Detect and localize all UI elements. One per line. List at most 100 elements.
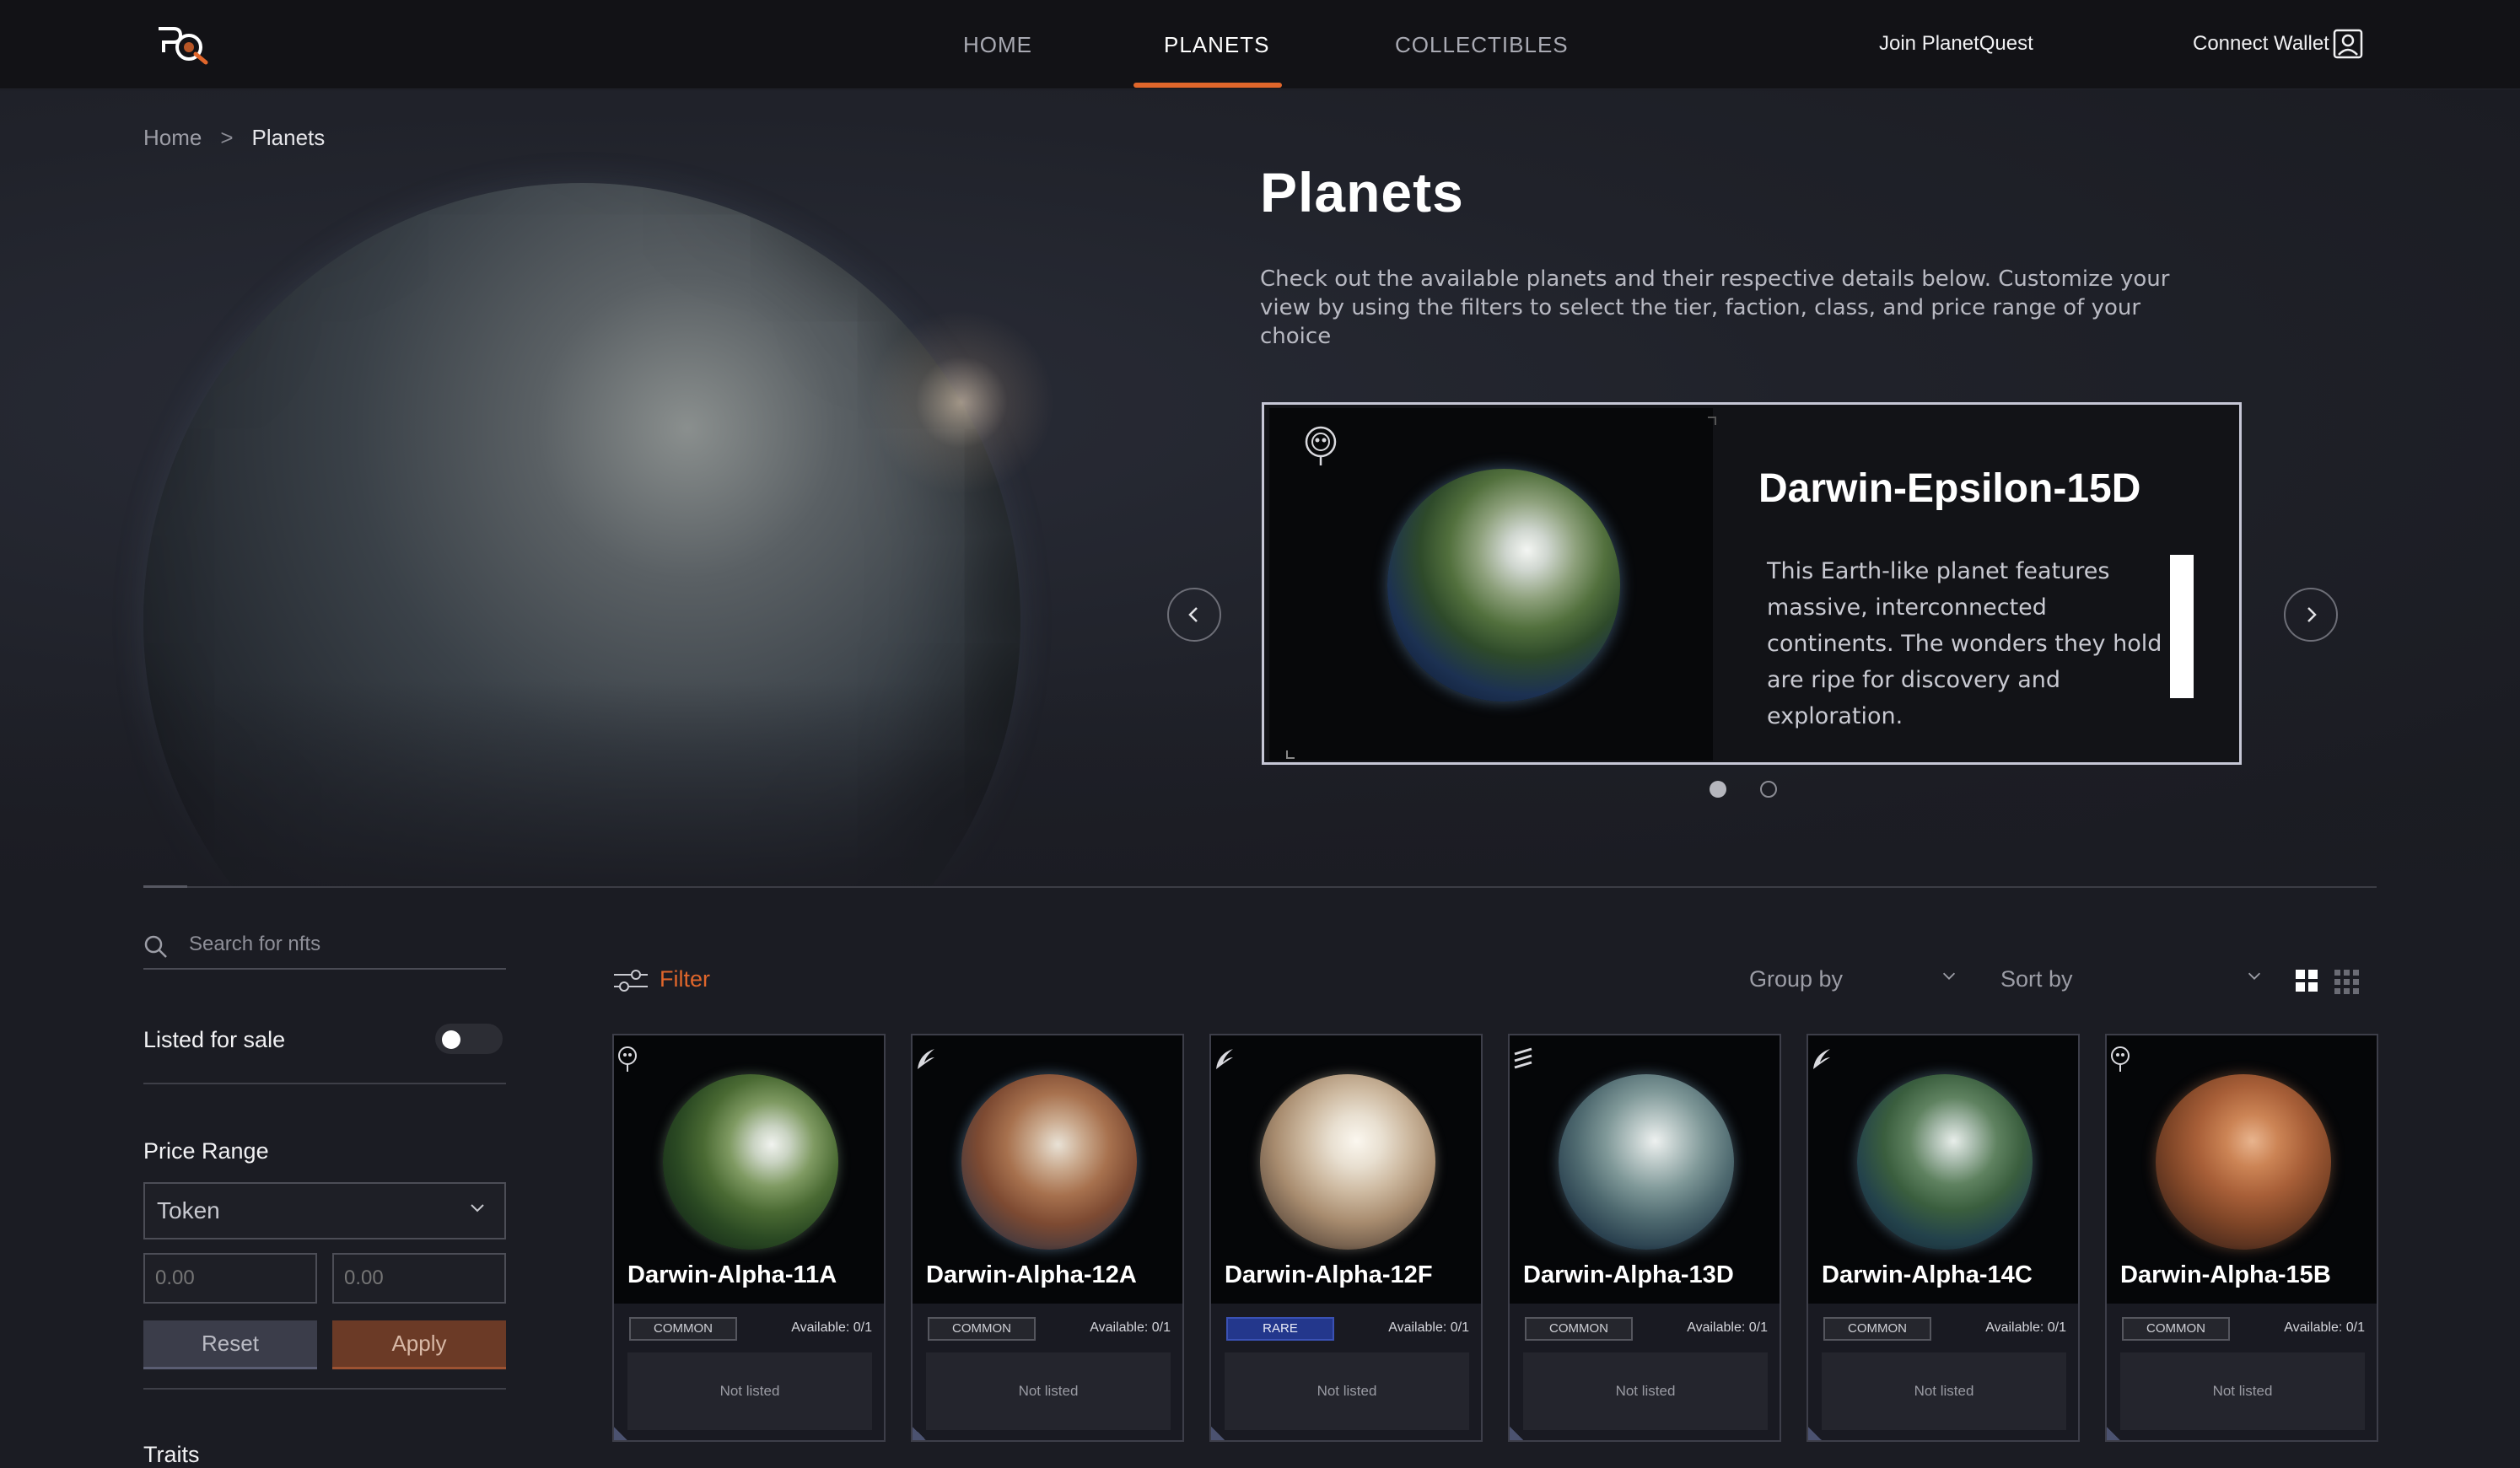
chevron-down-icon [1942, 972, 1956, 980]
chevron-down-icon [471, 1204, 484, 1213]
breadcrumb-current: Planets [251, 125, 326, 150]
search-icon [144, 935, 167, 958]
sidebar-divider [143, 1083, 506, 1084]
card-corner-accent [2107, 1427, 2120, 1440]
availability-text: Available: 0/1 [1687, 1320, 1768, 1335]
nav-home[interactable]: HOME [963, 32, 1032, 58]
wing-badge-icon [1216, 1049, 1233, 1069]
sort-by-select[interactable]: Sort by [2000, 966, 2073, 992]
featured-planet-image [1269, 408, 1716, 761]
connect-wallet-button[interactable]: Connect Wallet [2193, 32, 2329, 56]
large-grid-view-icon[interactable] [2296, 970, 2318, 992]
price-range-label: Price Range [143, 1138, 269, 1164]
availability-text: Available: 0/1 [1090, 1320, 1171, 1335]
carousel-dot-active[interactable] [1710, 781, 1726, 798]
frame-corner [1286, 750, 1295, 759]
results-toolbar: Filter Group by Sort by [612, 961, 2377, 1003]
user-icon[interactable] [2333, 29, 2363, 59]
card-planet-sphere [663, 1074, 838, 1250]
planet-card[interactable]: Darwin-Alpha-15B COMMON Available: 0/1 N… [2105, 1034, 2378, 1442]
apply-button[interactable]: Apply [332, 1320, 506, 1369]
planet-card[interactable]: Darwin-Alpha-13D COMMON Available: 0/1 N… [1508, 1034, 1781, 1442]
small-grid-view-icon[interactable] [2334, 970, 2360, 995]
nav-collectibles[interactable]: COLLECTIBLES [1395, 32, 1569, 58]
listing-status: Not listed [1822, 1352, 2066, 1430]
card-planet-sphere [961, 1074, 1137, 1250]
search-bar [143, 919, 506, 970]
filter-button[interactable]: Filter [660, 966, 710, 992]
featured-planet-card[interactable]: Darwin-Epsilon-15D This Earth-like plane… [1262, 402, 2242, 765]
sidebar-divider [143, 1388, 506, 1390]
description-scrollbar[interactable] [2170, 555, 2194, 698]
wing-badge-icon [918, 1049, 934, 1069]
filter-sliders-icon[interactable] [612, 968, 649, 993]
frame-corner [1708, 417, 1716, 425]
top-navbar: HOME PLANETS COLLECTIBLES Join PlanetQue… [0, 0, 2520, 89]
carousel-dot[interactable] [1760, 781, 1777, 798]
listing-status: Not listed [2120, 1352, 2365, 1430]
planetquest-logo[interactable] [155, 24, 211, 66]
card-planet-name: Darwin-Alpha-14C [1822, 1261, 2033, 1288]
chevron-right-icon [2307, 607, 2317, 622]
breadcrumb-home[interactable]: Home [143, 125, 202, 151]
reset-button[interactable]: Reset [143, 1320, 317, 1369]
price-max-input[interactable] [332, 1253, 506, 1304]
listed-for-sale-toggle[interactable] [435, 1024, 503, 1054]
card-planet-name: Darwin-Alpha-12A [926, 1261, 1137, 1288]
card-planet-sphere [1260, 1074, 1435, 1250]
wing-badge-icon [1813, 1049, 1830, 1069]
alien-badge-icon [1305, 426, 1337, 465]
planet-card-grid: Darwin-Alpha-11A COMMON Available: 0/1 N… [612, 1034, 2378, 1442]
card-corner-accent [1211, 1427, 1225, 1440]
listed-for-sale-label: Listed for sale [143, 1027, 286, 1052]
alien-badge-icon [618, 1046, 637, 1072]
token-select-value: Token [157, 1197, 220, 1223]
tier-badge: COMMON [928, 1317, 1036, 1341]
hero-sun-glow [869, 309, 1054, 495]
card-corner-accent [1510, 1427, 1523, 1440]
active-tab-indicator [1133, 83, 1282, 88]
page-title: Planets [1260, 161, 1464, 223]
listing-status: Not listed [627, 1352, 872, 1430]
join-planetquest-link[interactable]: Join PlanetQuest [1879, 32, 2033, 56]
card-corner-accent [1808, 1427, 1822, 1440]
token-select[interactable]: Token [143, 1182, 506, 1239]
chevron-left-icon [1188, 607, 1198, 622]
card-planet-name: Darwin-Alpha-13D [1523, 1261, 1734, 1288]
tier-badge: COMMON [2122, 1317, 2230, 1341]
planet-card[interactable]: Darwin-Alpha-12A COMMON Available: 0/1 N… [911, 1034, 1184, 1442]
page-description: Check out the available planets and thei… [1260, 266, 2170, 349]
card-planet-sphere [2156, 1074, 2331, 1250]
featured-planet-sphere [1387, 469, 1620, 702]
alien-badge-icon [2111, 1046, 2130, 1072]
card-corner-accent [913, 1427, 926, 1440]
availability-text: Available: 0/1 [791, 1320, 872, 1335]
tier-badge-rare: RARE [1226, 1317, 1334, 1341]
traits-label[interactable]: Traits [143, 1442, 200, 1468]
card-planet-sphere [1559, 1074, 1734, 1250]
card-corner-accent [614, 1427, 627, 1440]
card-planet-name: Darwin-Alpha-15B [2120, 1261, 2331, 1288]
breadcrumb-separator-icon: > [220, 125, 234, 150]
tier-badge: COMMON [1823, 1317, 1931, 1341]
card-planet-name: Darwin-Alpha-11A [627, 1261, 837, 1288]
chevron-down-icon [2248, 972, 2261, 980]
carousel-next-button[interactable] [2284, 588, 2338, 642]
carousel-prev-button[interactable] [1167, 588, 1221, 642]
planet-card[interactable]: Darwin-Alpha-14C COMMON Available: 0/1 N… [1807, 1034, 2080, 1442]
availability-text: Available: 0/1 [1388, 1320, 1469, 1335]
chevron-badge-icon [1514, 1047, 1532, 1069]
search-input[interactable] [189, 928, 493, 961]
listing-status: Not listed [1523, 1352, 1768, 1430]
listing-status: Not listed [1225, 1352, 1469, 1430]
listing-status: Not listed [926, 1352, 1171, 1430]
availability-text: Available: 0/1 [2284, 1320, 2365, 1335]
group-by-select[interactable]: Group by [1749, 966, 1843, 992]
price-min-input[interactable] [143, 1253, 317, 1304]
section-divider [143, 886, 2377, 888]
divider-accent [143, 885, 187, 888]
planet-card[interactable]: Darwin-Alpha-11A COMMON Available: 0/1 N… [612, 1034, 886, 1442]
tier-badge: COMMON [629, 1317, 737, 1341]
nav-planets[interactable]: PLANETS [1164, 32, 1270, 58]
planet-card[interactable]: Darwin-Alpha-12F RARE Available: 0/1 Not… [1209, 1034, 1483, 1442]
